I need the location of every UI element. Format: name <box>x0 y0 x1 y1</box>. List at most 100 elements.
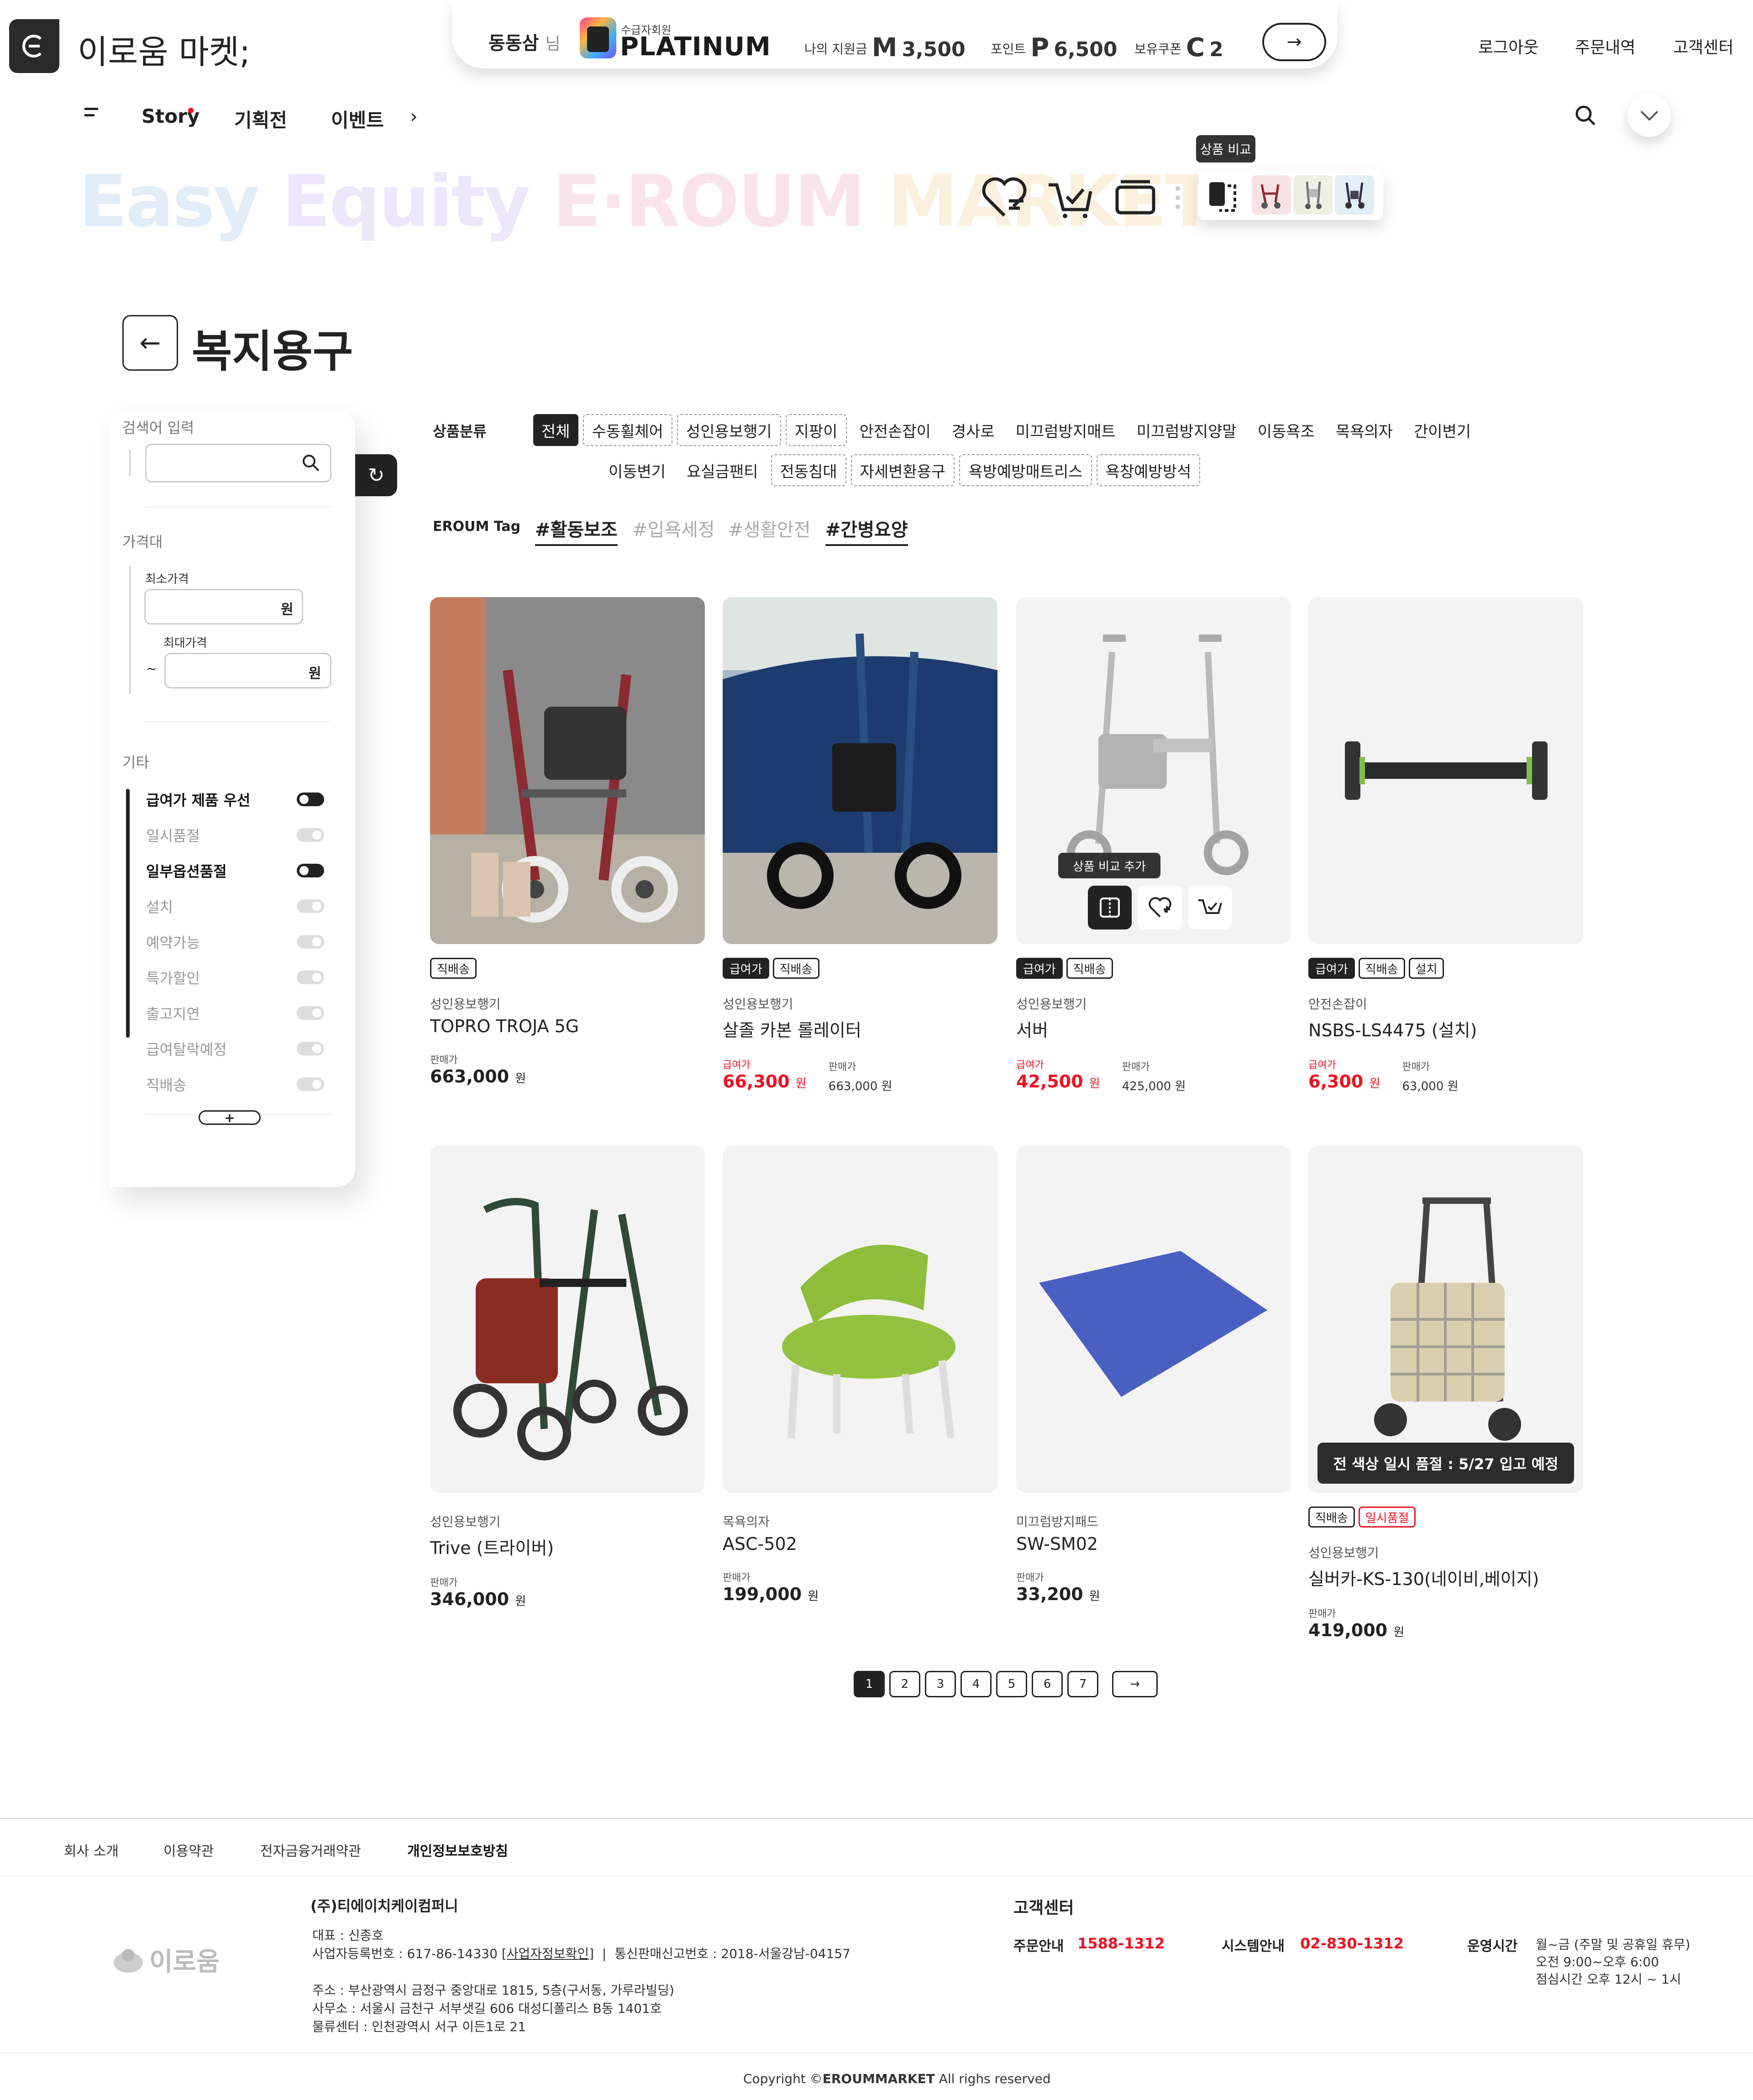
recent-viewed-icon[interactable] <box>1110 173 1160 223</box>
toggle-row[interactable]: 직배송 <box>146 1074 324 1095</box>
toggle-switch[interactable] <box>297 1006 324 1020</box>
logo-text[interactable]: 이로움 마켓; <box>78 25 250 73</box>
product-name[interactable]: 서버 <box>1016 1016 1291 1041</box>
compare-icon[interactable] <box>1207 180 1240 214</box>
page-button[interactable]: 5 <box>996 1671 1027 1697</box>
toggle-switch[interactable] <box>297 828 324 842</box>
cart-check-icon[interactable] <box>1045 173 1096 223</box>
category-chip[interactable]: 수동휠체어 <box>583 414 672 446</box>
page-button[interactable]: 3 <box>925 1671 956 1697</box>
page-button[interactable]: 1 <box>854 1671 885 1697</box>
order-history-link[interactable]: 주문내역 <box>1575 34 1635 58</box>
back-button[interactable]: ← <box>122 315 178 371</box>
customer-center-link[interactable]: 고객센터 <box>1673 34 1733 58</box>
toggle-row[interactable]: 급여탈락예정 <box>146 1038 324 1059</box>
toggle-switch[interactable] <box>297 971 324 984</box>
footer-link-company[interactable]: 회사 소개 <box>64 1840 119 1860</box>
product-name[interactable]: 살졸 카본 롤레이터 <box>723 1016 997 1041</box>
search-icon[interactable] <box>1574 104 1597 129</box>
tag-nursing-care[interactable]: #간병요양 <box>825 515 908 546</box>
add-wishlist-button[interactable] <box>1138 886 1182 929</box>
product-image[interactable] <box>1016 1146 1291 1493</box>
category-chip[interactable]: 이동욕조 <box>1249 414 1323 446</box>
category-chip[interactable]: 욕창예방방석 <box>1096 454 1201 486</box>
product-name[interactable]: NSBS-LS4475 (설치) <box>1308 1016 1583 1041</box>
nav-exhibition[interactable]: 기획전 <box>234 105 287 133</box>
page-button[interactable]: 2 <box>889 1671 920 1697</box>
category-chip[interactable]: 자세변환용구 <box>850 454 955 486</box>
toggle-row[interactable]: 일시품절 <box>146 824 324 845</box>
toggle-row[interactable]: 예약가능 <box>146 931 324 952</box>
logo-mark[interactable] <box>9 19 59 73</box>
category-chip[interactable]: 미끄럼방지양말 <box>1128 414 1245 446</box>
product-image[interactable] <box>723 1146 997 1493</box>
add-cart-button[interactable] <box>1188 886 1232 929</box>
category-chip[interactable]: 간이변기 <box>1406 414 1479 446</box>
category-chip[interactable]: 지팡이 <box>785 414 847 446</box>
compare-thumb-2[interactable] <box>1293 175 1333 215</box>
toggle-switch[interactable] <box>297 899 324 913</box>
toggle-row[interactable]: 일부옵션품절 <box>146 860 324 881</box>
category-chip[interactable]: 목욕의자 <box>1328 414 1401 446</box>
product-card-info[interactable]: 직배송 성인용보행기 TOPRO TROJA 5G 판매가 663,000 원 <box>430 958 705 1087</box>
category-chip[interactable]: 전동침대 <box>771 454 846 486</box>
product-card-info[interactable]: 목욕의자 ASC-502 판매가 199,000 원 <box>723 1507 997 1604</box>
product-card-info[interactable]: 급여가 직배송 성인용보행기 서버 급여가 42,500 원 판매가 425,000 원 <box>1016 958 1291 1094</box>
coupon-info[interactable]: 보유쿠폰 C 2 <box>1134 33 1223 63</box>
page-button[interactable]: 6 <box>1032 1671 1063 1697</box>
compare-thumb-3[interactable] <box>1335 175 1374 215</box>
product-name[interactable]: SW-SM02 <box>1016 1534 1291 1554</box>
category-chip[interactable]: 성인용보행기 <box>677 414 781 446</box>
toggle-row[interactable]: 출고지연 <box>146 1003 324 1024</box>
product-image[interactable] <box>1308 597 1583 944</box>
max-price-input[interactable] <box>164 653 331 688</box>
refresh-button[interactable]: ↻ <box>355 454 397 496</box>
member-more-button[interactable]: → <box>1262 23 1326 61</box>
menu-icon[interactable] <box>84 108 101 116</box>
product-card-info[interactable]: 급여가 직배송 설치 안전손잡이 NSBS-LS4475 (설치) 급여가 6,300 원판… <box>1308 958 1583 1094</box>
toggle-row[interactable]: 특가할인 <box>146 967 324 988</box>
footer-link-terms[interactable]: 이용약관 <box>163 1840 214 1860</box>
tag-life-safety[interactable]: #생활안전 <box>728 515 811 541</box>
point-info[interactable]: 포인트 P 6,500 <box>991 33 1118 63</box>
tag-bathing[interactable]: #입욕세정 <box>632 515 715 541</box>
toggle-row[interactable]: 급여가 제품 우선 <box>146 789 324 810</box>
toggle-row[interactable]: 설치 <box>146 896 324 917</box>
page-button[interactable]: 4 <box>960 1671 992 1697</box>
category-chip[interactable]: 미끄럼방지매트 <box>1008 414 1124 446</box>
nav-event[interactable]: 이벤트 <box>331 105 384 133</box>
category-chip[interactable]: 전체 <box>533 414 578 446</box>
support-info[interactable]: 나의 지원금 M 3,500 <box>804 33 966 63</box>
product-image[interactable] <box>723 597 997 944</box>
tag-activity-assist[interactable]: #활동보조 <box>535 515 618 546</box>
product-name[interactable]: 실버카-KS-130(네이비,베이지) <box>1308 1565 1583 1590</box>
system-guide-phone[interactable]: 02-830-1312 <box>1300 1935 1404 1952</box>
page-button[interactable]: 7 <box>1067 1671 1098 1697</box>
category-chip[interactable]: 이동변기 <box>600 454 674 486</box>
category-chip[interactable]: 요실금팬티 <box>678 454 766 486</box>
nav-more-chevron-icon[interactable]: › <box>410 105 418 127</box>
logout-link[interactable]: 로그아웃 <box>1478 34 1538 58</box>
next-page-button[interactable]: → <box>1112 1671 1158 1697</box>
search-icon-sidebar[interactable] <box>301 453 320 474</box>
add-compare-button[interactable] <box>1088 886 1132 929</box>
compare-thumb-1[interactable] <box>1252 175 1291 215</box>
product-image[interactable] <box>430 597 705 944</box>
footer-link-finance-terms[interactable]: 전자금융거래약관 <box>260 1840 361 1860</box>
biz-info-link[interactable]: [사업자정보확인] <box>502 1946 594 1961</box>
category-chip[interactable]: 욕방예방매트리스 <box>959 454 1092 486</box>
toggle-switch[interactable] <box>297 935 324 949</box>
category-chip[interactable]: 경사로 <box>944 414 1003 446</box>
category-chip[interactable]: 안전손잡이 <box>851 414 939 446</box>
wishlist-heart-icon[interactable] <box>979 173 1029 223</box>
product-name[interactable]: Trive (트라이버) <box>430 1534 705 1559</box>
product-card-info[interactable]: 직배송 일시품절 성인용보행기 실버카-KS-130(네이비,베이지) 판매가 419,0… <box>1308 1507 1583 1640</box>
scroll-toggle-button[interactable] <box>1627 94 1671 137</box>
product-image[interactable] <box>1308 1146 1583 1493</box>
product-card-info[interactable]: 성인용보행기 Trive (트라이버) 판매가 346,000 원 <box>430 1507 705 1609</box>
toggle-switch[interactable] <box>297 864 324 877</box>
product-card-info[interactable]: 급여가 직배송 성인용보행기 살졸 카본 롤레이터 급여가 66,300 원 판매가 663,… <box>723 958 997 1094</box>
order-guide-phone[interactable]: 1588-1312 <box>1077 1935 1165 1952</box>
min-price-input[interactable] <box>144 589 303 625</box>
more-filters-button[interactable]: + <box>199 1110 261 1125</box>
